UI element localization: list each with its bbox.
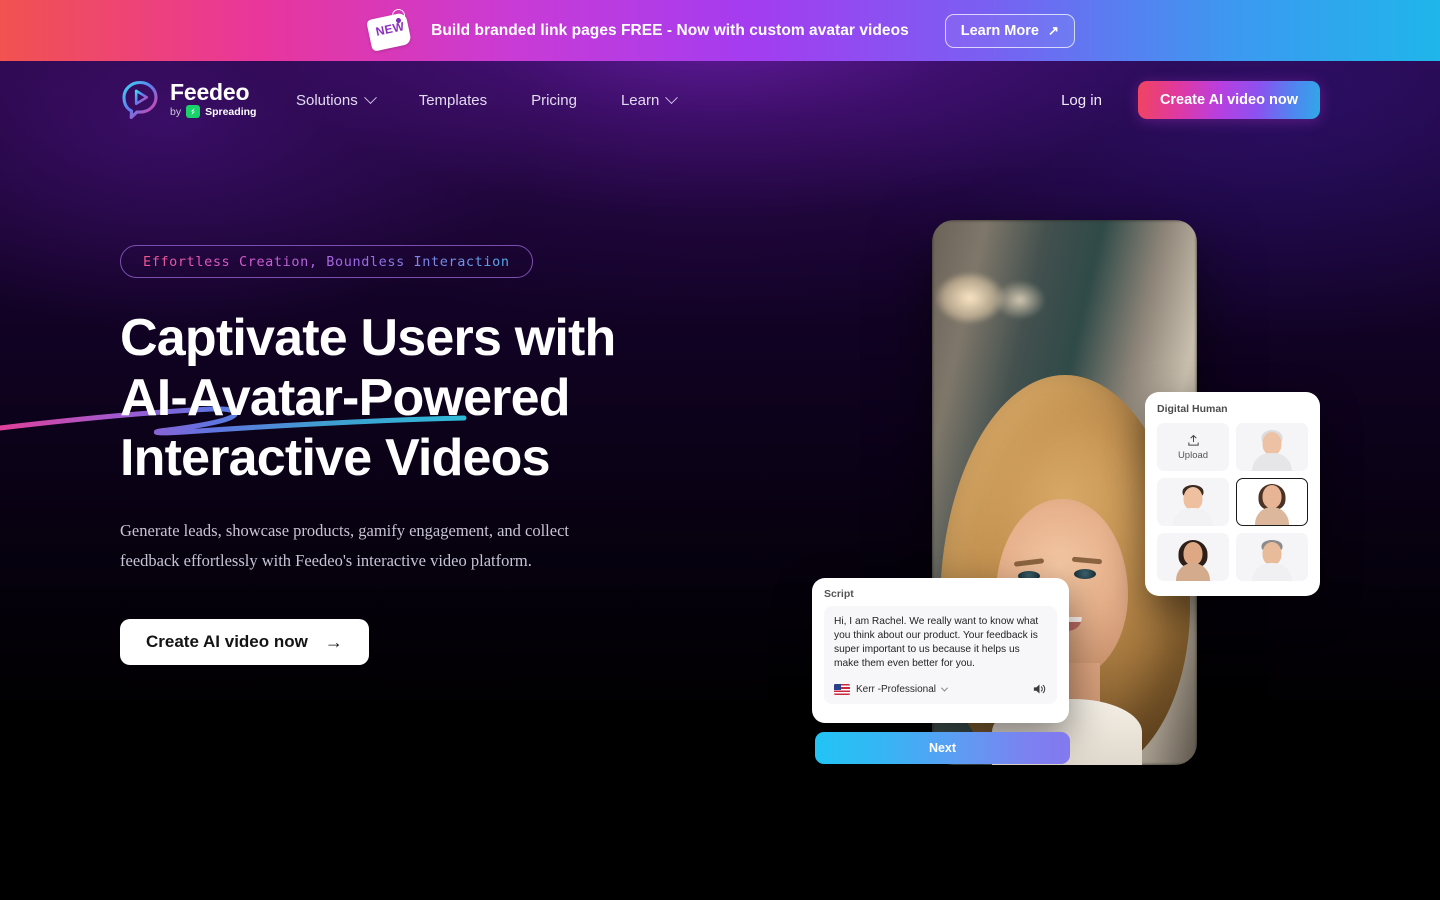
login-link[interactable]: Log in — [1061, 92, 1102, 109]
hero-cta-label: Create AI video now — [146, 632, 308, 651]
upload-icon — [1187, 434, 1199, 446]
nav-label-solutions: Solutions — [296, 91, 358, 109]
primary-nav: Solutions Templates Pricing Learn — [296, 61, 679, 139]
avatar-head — [1262, 542, 1282, 565]
avatar-tile-bearded-man[interactable] — [1236, 533, 1308, 581]
logo-by-text: by — [170, 105, 182, 118]
avatar-tile-brunette-woman[interactable] — [1236, 478, 1308, 526]
arrow-right-icon: → — [324, 632, 343, 652]
hero-create-video-button[interactable]: Create AI video now → — [120, 619, 369, 665]
hero-content: Effortless Creation, Boundless Interacti… — [120, 245, 820, 665]
feedeo-play-bubble-icon — [122, 80, 158, 119]
hero-title-line-1: Captivate Users with — [120, 309, 616, 367]
digital-human-title: Digital Human — [1157, 403, 1228, 415]
avatar-tile-curly-woman[interactable] — [1157, 533, 1229, 581]
nav-item-pricing[interactable]: Pricing — [531, 92, 577, 109]
script-body: Hi, I am Rachel. We really want to know … — [834, 616, 1039, 669]
page-title: Captivate Users with AI-Avatar-Powered I… — [120, 308, 820, 488]
hero-title-line-2: AI-Avatar-Powered — [120, 369, 571, 427]
next-button[interactable]: Next — [815, 732, 1070, 764]
nav-label-learn: Learn — [620, 91, 660, 109]
flag-canton — [834, 683, 841, 690]
announcement-banner: NEW Build branded link pages FREE - Now … — [0, 0, 1440, 61]
logo-parent-brand: by Spreading — [170, 105, 256, 118]
nav-label-templates: Templates — [418, 91, 488, 109]
upload-label: Upload — [1177, 449, 1209, 461]
announcement-message: Build branded link pages FREE - Now with… — [431, 21, 909, 39]
avatar-body — [1252, 563, 1292, 581]
speaker-icon[interactable] — [1032, 682, 1047, 696]
logo-wordmark: Feedeo by Spreading — [170, 79, 256, 118]
avatar-head — [1183, 542, 1203, 565]
avatar-head — [1262, 432, 1282, 455]
digital-human-panel: Digital Human Upload — [1145, 392, 1320, 596]
logo[interactable]: Feedeo by Spreading — [120, 79, 256, 119]
new-price-tag-icon: NEW — [365, 7, 413, 54]
nav-label-pricing: Pricing — [531, 91, 577, 109]
us-flag-icon — [834, 683, 850, 695]
header-actions: Log in Create AI video now — [1061, 61, 1320, 139]
hero-title-line-3: Interactive Videos — [120, 429, 551, 487]
nav-item-solutions[interactable]: Solutions — [296, 90, 377, 109]
script-panel: Script Hi, I am Rachel. We really want t… — [812, 578, 1069, 723]
hero-eyebrow-badge: Effortless Creation, Boundless Interacti… — [120, 245, 533, 278]
avatar-tile-senior-woman[interactable] — [1236, 423, 1308, 471]
avatar-body — [1173, 508, 1213, 526]
learn-more-button[interactable]: Learn More ↗ — [944, 13, 1075, 48]
script-textarea[interactable]: Hi, I am Rachel. We really want to know … — [824, 606, 1057, 704]
avatar-body — [1176, 563, 1210, 581]
landing-page: NEW Build branded link pages FREE - Now … — [0, 0, 1440, 900]
chevron-down-icon — [940, 684, 949, 692]
script-title: Script — [824, 588, 854, 600]
external-link-arrow-icon: ↗ — [1047, 22, 1059, 38]
product-mockup: Digital Human Upload Script Hi, I am Rac… — [812, 210, 1332, 770]
logo-name: Feedeo — [170, 79, 250, 105]
upload-avatar-tile[interactable]: Upload — [1157, 423, 1229, 471]
chevron-down-icon — [363, 90, 377, 104]
voice-selector[interactable]: Kerr -Professional — [834, 683, 949, 695]
avatar-head — [1262, 485, 1282, 508]
voice-name: Kerr -Professional — [856, 683, 937, 695]
person-eye-right — [1074, 569, 1096, 579]
nav-item-learn[interactable]: Learn — [620, 90, 679, 109]
avatar-tile-young-man[interactable] — [1157, 478, 1229, 526]
spreading-name: Spreading — [205, 105, 257, 118]
avatar-body — [1252, 453, 1292, 471]
avatar-body — [1255, 507, 1289, 525]
announcement-banner-content: NEW Build branded link pages FREE - Now … — [365, 7, 1075, 54]
learn-more-label: Learn More — [960, 22, 1039, 39]
header-create-video-button[interactable]: Create AI video now — [1137, 81, 1320, 119]
chevron-down-icon — [665, 90, 679, 104]
script-voice-row: Kerr -Professional — [834, 682, 1047, 696]
avatar-head — [1183, 487, 1203, 510]
site-header: Feedeo by Spreading Solutions Templates … — [0, 61, 1440, 139]
hero-subtitle: Generate leads, showcase products, gamif… — [120, 521, 569, 570]
digital-human-grid: Upload — [1157, 423, 1308, 581]
nav-item-templates[interactable]: Templates — [419, 92, 487, 109]
spreading-logo-icon — [186, 105, 201, 118]
